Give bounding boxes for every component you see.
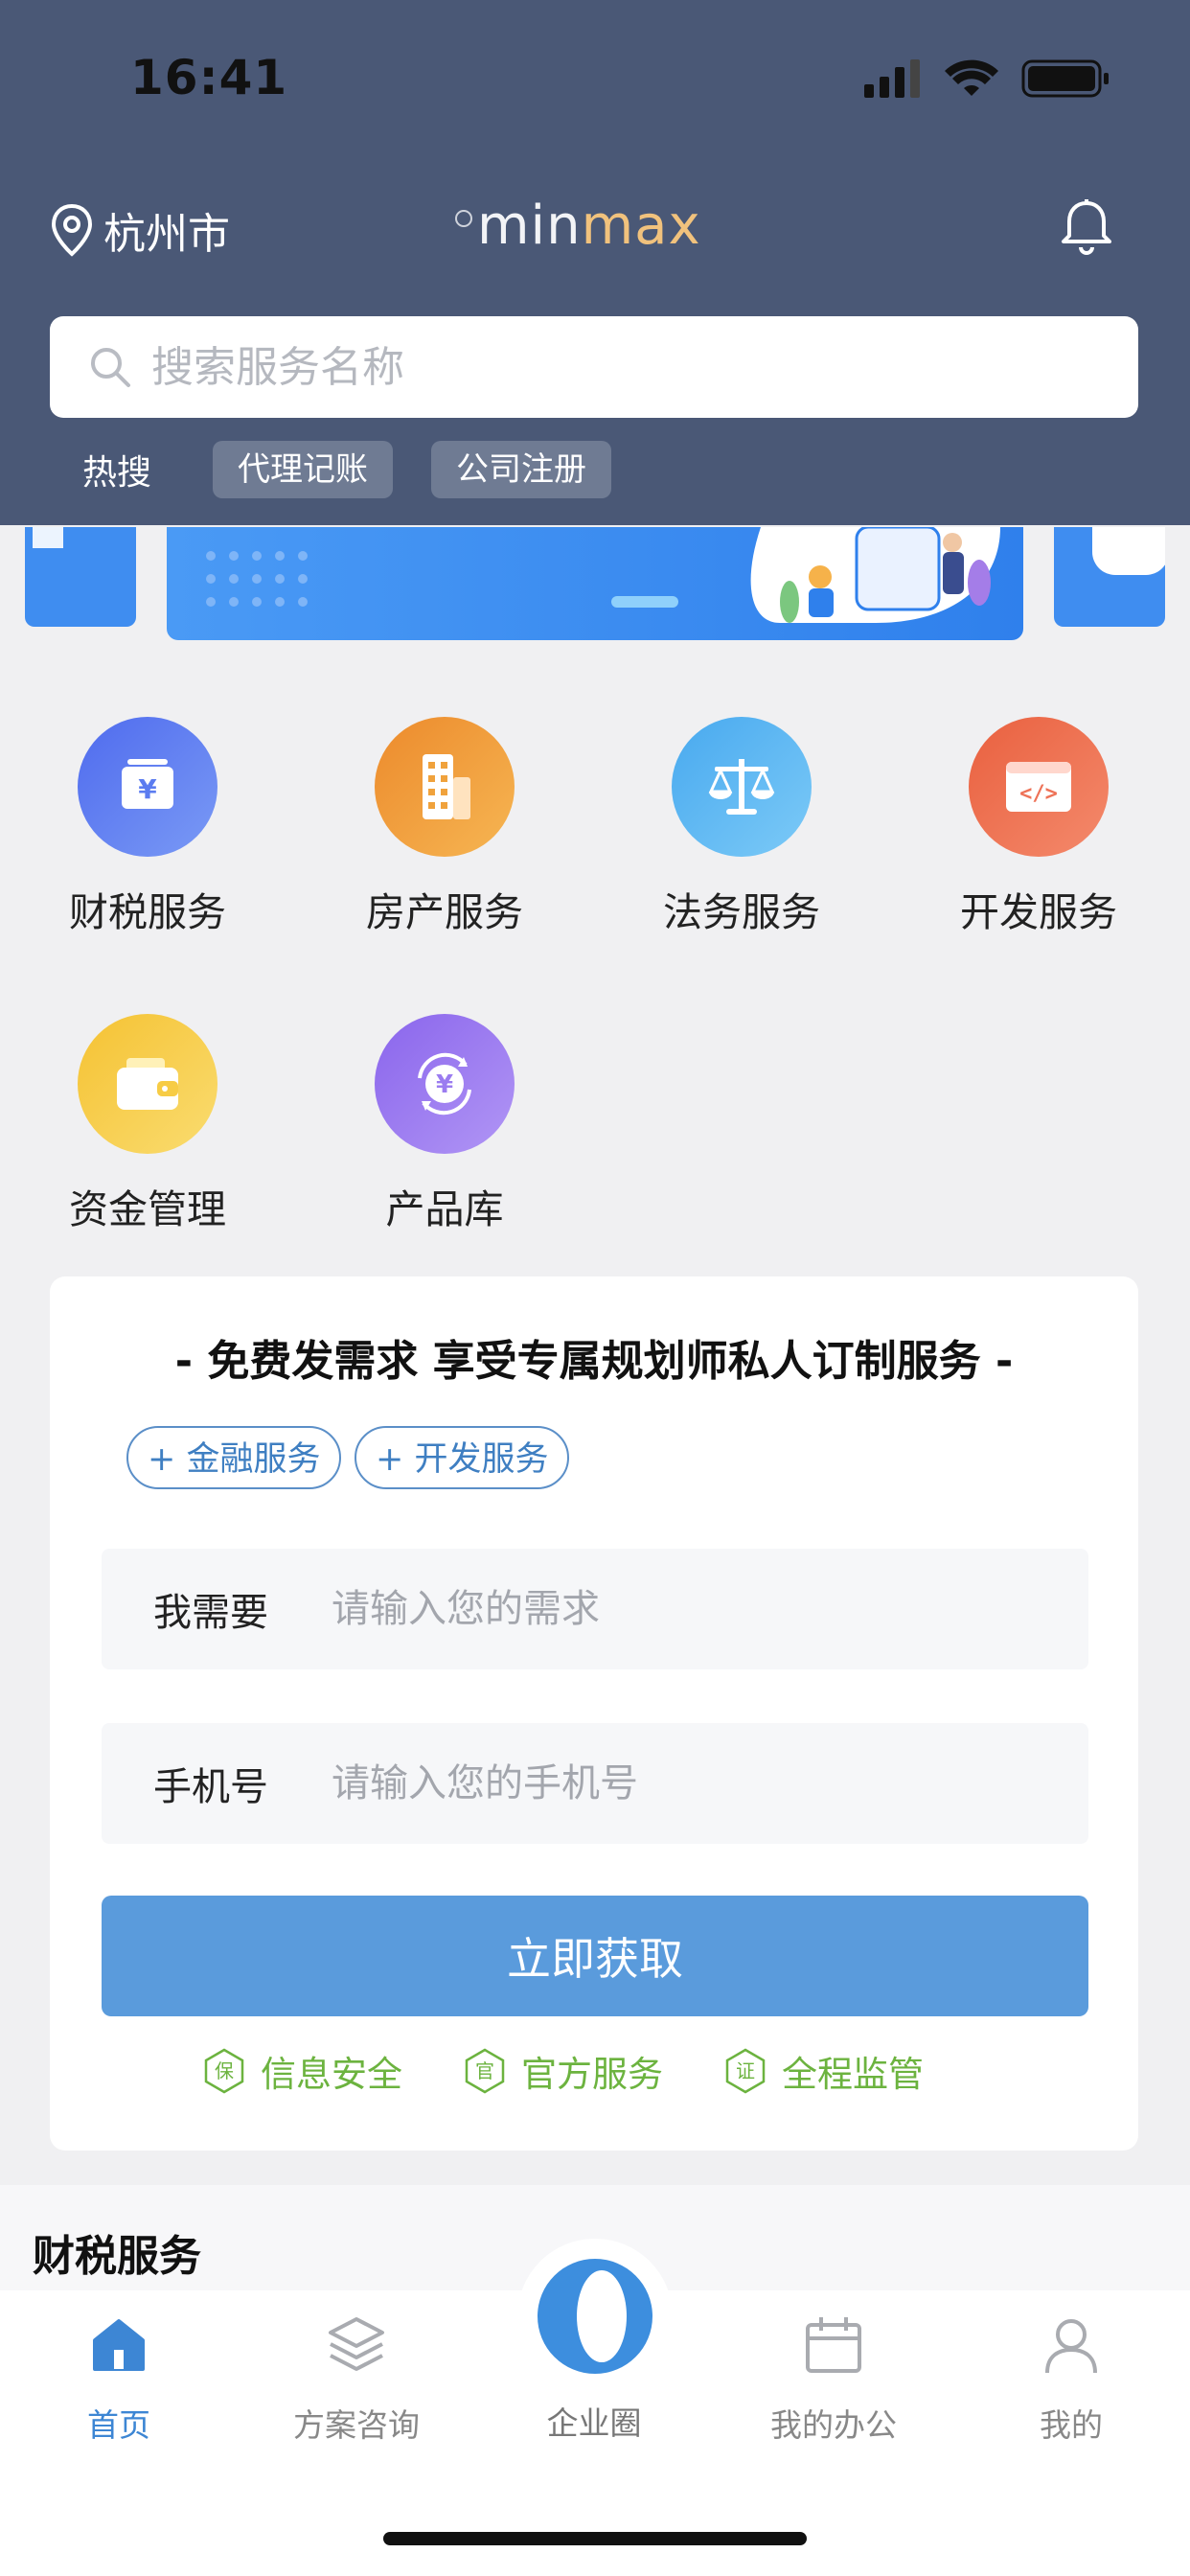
calendar-icon [806,2317,861,2373]
badge-text: 保 [215,2059,234,2082]
certificate-badge-icon: 证 [725,2048,766,2094]
service-tax[interactable]: ¥ 财税服务 [33,717,263,937]
shield-badge-icon: 保 [204,2048,244,2094]
wifi-icon [945,59,998,96]
home-indicator [383,2532,807,2545]
official-badge-icon: 官 [465,2048,505,2094]
hot-tag-company-registration[interactable]: 公司注册 [431,441,612,498]
get-now-button[interactable]: 立即获取 [102,1896,1088,2016]
phone-field[interactable]: 手机号 [102,1723,1088,1844]
banner-slide-current[interactable] [167,527,1023,640]
assurance-label: 信息安全 [261,2054,402,2095]
service-label: 法务服务 [663,889,820,935]
banner-decoration [1092,527,1165,575]
tab-my-office[interactable]: 我的办公 [738,2312,929,2446]
search-bar[interactable] [50,316,1138,418]
home-icon [93,2319,145,2371]
status-icons [864,59,1109,98]
banner-decoration [33,527,63,548]
banner-slide-prev[interactable] [25,527,136,627]
wallet-icon [78,1014,217,1154]
assurance-full-supervision: 证 全程监管 [724,2045,924,2097]
tab-label: 首页 [87,2406,150,2444]
phone-input[interactable] [330,1760,1062,1806]
hot-tag-agency-accounting[interactable]: 代理记账 [213,441,394,498]
service-label: 财税服务 [69,889,226,935]
tab-solution-consult[interactable]: 方案咨询 [261,2312,452,2446]
demand-form-card: - 免费发需求 享受专属规划师私人订制服务 - + 金融服务 + 开发服务 我需… [50,1276,1138,2150]
assurance-label: 官方服务 [521,2054,663,2095]
hot-search-row: 热搜 代理记账 公司注册 [82,441,650,498]
code-icon: </> [969,717,1109,857]
search-icon [91,348,130,387]
user-icon [1045,2319,1097,2374]
service-fund-management[interactable]: 资金管理 [33,1014,263,1234]
status-time: 16:41 [130,50,288,105]
svg-text:</>: </> [1019,782,1058,806]
search-input[interactable] [149,341,1016,393]
tab-enterprise-circle[interactable] [517,2239,673,2394]
svg-text:¥: ¥ [436,1070,453,1099]
tax-icon: ¥ [78,717,217,857]
assurance-row: 保 信息安全 官 官方服务 证 全程监管 [203,2045,985,2097]
assurance-official-service: 官 官方服务 [464,2045,663,2097]
logo-text: minmax [477,195,701,257]
badge-text: 证 [736,2059,755,2082]
scale-icon [672,717,812,857]
layers-icon [329,2317,384,2371]
bell-icon[interactable] [1058,197,1115,257]
banner-illustration [206,527,1000,623]
hot-search-label: 热搜 [82,453,152,493]
phone-label: 手机号 [153,1765,268,1809]
signal-icon [864,59,920,98]
service-property[interactable]: 房产服务 [330,717,560,937]
svg-text:¥: ¥ [138,773,157,805]
need-input[interactable] [330,1586,1062,1632]
service-label: 开发服务 [960,889,1117,935]
service-legal[interactable]: 法务服务 [627,717,857,937]
chip-finance-service[interactable]: + 金融服务 [126,1426,342,1489]
location-pin-icon [51,203,93,257]
badge-text: 官 [475,2059,494,2082]
tab-label: 企业圈 [546,2404,642,2442]
minmax-logo: minmax [455,195,701,257]
tab-label: 方案咨询 [293,2406,420,2444]
service-label: 资金管理 [69,1186,226,1232]
service-development[interactable]: </> 开发服务 [924,717,1154,937]
need-label: 我需要 [153,1591,268,1635]
city-name: 杭州市 [103,210,230,259]
banner-slide-next[interactable] [1054,527,1165,627]
service-label: 房产服务 [366,889,523,935]
tab-mine[interactable]: 我的 [975,2312,1167,2446]
tab-home[interactable]: 首页 [23,2312,215,2446]
chip-development-service[interactable]: + 开发服务 [355,1426,570,1489]
service-product-library[interactable]: ¥ 产品库 [330,1014,560,1234]
tab-label: 我的 [1040,2406,1103,2444]
building-icon [375,717,515,857]
circle-o-icon [538,2259,652,2374]
yuan-cycle-icon: ¥ [375,1014,515,1154]
tab-label: 我的办公 [770,2406,897,2444]
city-selector[interactable]: 杭州市 [50,201,230,259]
service-label: 产品库 [385,1186,504,1232]
assurance-info-security: 保 信息安全 [203,2045,402,2097]
battery-icon [1021,59,1109,98]
section-title: 财税服务 [33,2232,201,2281]
assurance-label: 全程监管 [782,2054,924,2095]
demand-card-title: - 免费发需求 享受专属规划师私人订制服务 - [174,1337,1014,1386]
need-field[interactable]: 我需要 [102,1549,1088,1669]
